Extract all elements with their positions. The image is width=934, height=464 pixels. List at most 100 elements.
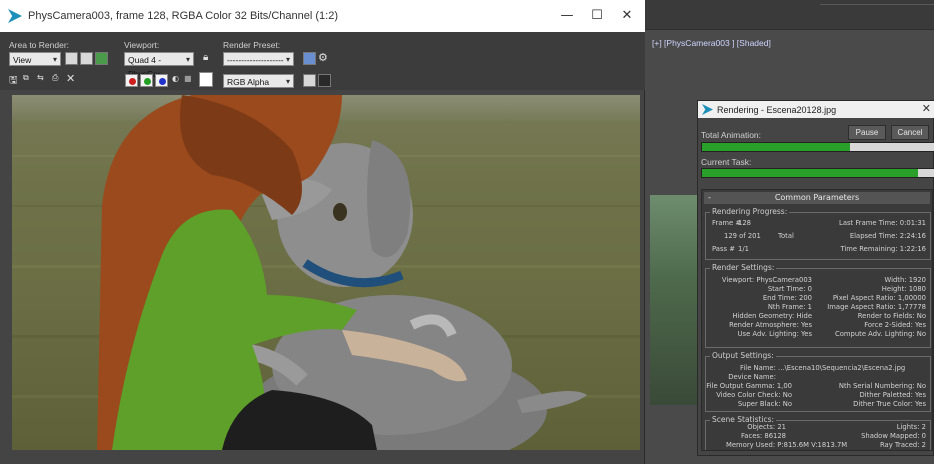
settings-width: Width: 1920	[884, 276, 927, 284]
channel-display-dropdown[interactable]: RGB Alpha ▾	[223, 74, 294, 88]
chevron-down-icon: ▾	[185, 55, 190, 64]
output-dither-paletted: Dither Paletted: Yes	[859, 391, 926, 399]
rendering-dialog-title: Rendering - Escena20128.jpg	[717, 104, 837, 115]
window-title: PhysCamera003, frame 128, RGBA Color 32 …	[28, 10, 338, 22]
settings-force-2-sided: Force 2-Sided: Yes	[864, 321, 926, 329]
settings-pixel-aspect: Pixel Aspect Ratio: 1,00000	[832, 294, 926, 302]
divider	[820, 4, 934, 5]
stats-ray-traced: Ray Traced: 2	[879, 441, 926, 449]
viewport-dropdown[interactable]: Quad 4 - PhysCar▾	[124, 52, 194, 79]
mono-toggle-icon[interactable]: ■	[184, 74, 192, 83]
chevron-down-icon: ▾	[285, 77, 290, 86]
area-to-render-label: Area to Render:	[9, 40, 70, 50]
current-task-label: Current Task:	[701, 157, 752, 167]
render-preset-value: --------------------	[227, 55, 284, 65]
toggle-ui-overlay-button[interactable]	[303, 74, 316, 87]
frame-buffer-titlebar: PhysCamera003, frame 128, RGBA Color 32 …	[0, 0, 645, 32]
chevron-down-icon: ▾	[285, 55, 290, 64]
rendering-progress-label: Rendering Progress:	[710, 207, 790, 216]
render-preset-dropdown[interactable]: -------------------- ▾	[223, 52, 294, 66]
frame-count-total-label: Total	[778, 232, 794, 240]
blue-channel-toggle[interactable]	[155, 74, 168, 87]
close-button[interactable]: ✕	[617, 8, 637, 23]
settings-compute-adv-lighting: Compute Adv. Lighting: No	[835, 330, 926, 338]
gear-icon[interactable]: ⚙	[318, 51, 328, 64]
cancel-button[interactable]: Cancel	[891, 125, 929, 140]
output-super-black: Super Black: No	[737, 400, 792, 408]
render-settings-label: Render Settings:	[710, 263, 777, 272]
current-task-progress-fill	[702, 169, 918, 177]
last-frame-time: Last Frame Time: 0:01:31	[839, 219, 926, 227]
minimize-button[interactable]: —	[557, 8, 577, 23]
settings-nth-frame: Nth Frame: 1	[767, 303, 812, 311]
maximize-button[interactable]: ☐	[587, 8, 607, 23]
settings-render-atmosphere: Render Atmosphere: Yes	[729, 321, 812, 329]
rendered-image	[12, 95, 640, 450]
rendering-dialog: Rendering - Escena20128.jpg ✕ Total Anim…	[697, 100, 934, 456]
settings-end-time: End Time: 200	[762, 294, 812, 302]
output-device-name: Device Name:	[728, 373, 776, 381]
viewport-scene-preview	[650, 195, 702, 405]
stats-shadow-mapped: Shadow Mapped: 0	[861, 432, 926, 440]
settings-image-aspect: Image Aspect Ratio: 1,77778	[827, 303, 926, 311]
save-image-icon[interactable]: 🖫︎	[9, 73, 18, 90]
total-animation-label: Total Animation:	[701, 130, 762, 140]
total-animation-progress-fill	[702, 143, 851, 151]
output-dither-true-color: Dither True Color: Yes	[853, 400, 926, 408]
viewport-label[interactable]: [+] [PhysCamera003 ] [Shaded]	[652, 38, 771, 48]
settings-start-time: Start Time: 0	[767, 285, 812, 293]
output-file-name: File Name: ...\Escena10\Sequencia2\Escen…	[740, 364, 906, 372]
clear-icon[interactable]: ✕	[66, 72, 75, 85]
common-parameters-header[interactable]: - Common Parameters	[704, 192, 930, 204]
common-parameters-title: Common Parameters	[774, 193, 860, 202]
stats-objects: Objects: 21	[747, 423, 786, 431]
app-logo-icon	[702, 104, 713, 115]
output-video-color-check: Video Color Check: No	[716, 391, 792, 399]
output-nth-serial-numbering: Nth Serial Numbering: No	[838, 382, 926, 390]
edit-region-button[interactable]	[65, 52, 78, 65]
output-settings-label: Output Settings:	[710, 351, 776, 360]
settings-viewport: Viewport: PhysCamera003	[721, 276, 812, 284]
print-icon[interactable]: ⎙	[52, 73, 58, 83]
clone-window-icon[interactable]: ⇆	[37, 73, 44, 82]
frame-buffer-window: PhysCamera003, frame 128, RGBA Color 32 …	[0, 0, 645, 464]
frame-count: 129 of 201	[724, 232, 761, 240]
pause-button[interactable]: Pause	[848, 125, 886, 140]
output-gamma: File Output Gamma: 1,00	[706, 382, 792, 390]
viewport-top-bar	[645, 0, 934, 30]
collapse-icon: -	[708, 193, 711, 202]
chevron-down-icon: ▾	[52, 55, 57, 64]
region-render-button[interactable]	[95, 52, 108, 65]
lock-icon[interactable]: 🔒︎	[203, 52, 208, 63]
settings-render-to-fields: Render to Fields: No	[857, 312, 926, 320]
close-icon[interactable]: ✕	[922, 102, 931, 115]
common-parameters-panel: - Common Parameters Rendering Progress: …	[701, 189, 933, 451]
rendering-dialog-titlebar: Rendering - Escena20128.jpg ✕	[698, 101, 934, 118]
app-logo-icon	[8, 9, 22, 23]
time-remaining: Time Remaining: 1:22:16	[840, 245, 926, 253]
display-channel-button[interactable]	[318, 74, 331, 87]
render-setup-button[interactable]	[303, 52, 316, 65]
area-to-render-value: View	[13, 55, 32, 65]
frame-buffer-toolbar: Area to Render: View ▾ Viewport: Quad 4 -…	[0, 32, 645, 90]
elapsed-time: Elapsed Time: 2:24:16	[849, 232, 926, 240]
settings-use-adv-lighting: Use Adv. Lighting: Yes	[737, 330, 812, 338]
pass-number-value: 1/1	[738, 245, 749, 253]
viewport-label: Viewport:	[124, 40, 160, 50]
copy-image-icon[interactable]: ⧉	[23, 73, 29, 83]
total-animation-progress-bar	[701, 142, 934, 152]
current-task-progress-bar	[701, 168, 934, 178]
frame-number-label: Frame #	[712, 219, 742, 227]
rendered-scene-illustration	[12, 95, 640, 450]
channel-display-value: RGB Alpha	[227, 77, 270, 87]
green-channel-toggle[interactable]	[140, 74, 153, 87]
settings-height: Height: 1080	[881, 285, 926, 293]
auto-region-button[interactable]	[80, 52, 93, 65]
pass-number-label: Pass #	[712, 245, 735, 253]
alpha-toggle-icon[interactable]: ◐	[172, 74, 179, 83]
area-to-render-dropdown[interactable]: View ▾	[9, 52, 61, 66]
background-color-swatch[interactable]	[199, 72, 213, 87]
settings-hidden-geometry: Hidden Geometry: Hide	[732, 312, 812, 320]
render-preset-label: Render Preset:	[223, 40, 281, 50]
red-channel-toggle[interactable]	[125, 74, 138, 87]
